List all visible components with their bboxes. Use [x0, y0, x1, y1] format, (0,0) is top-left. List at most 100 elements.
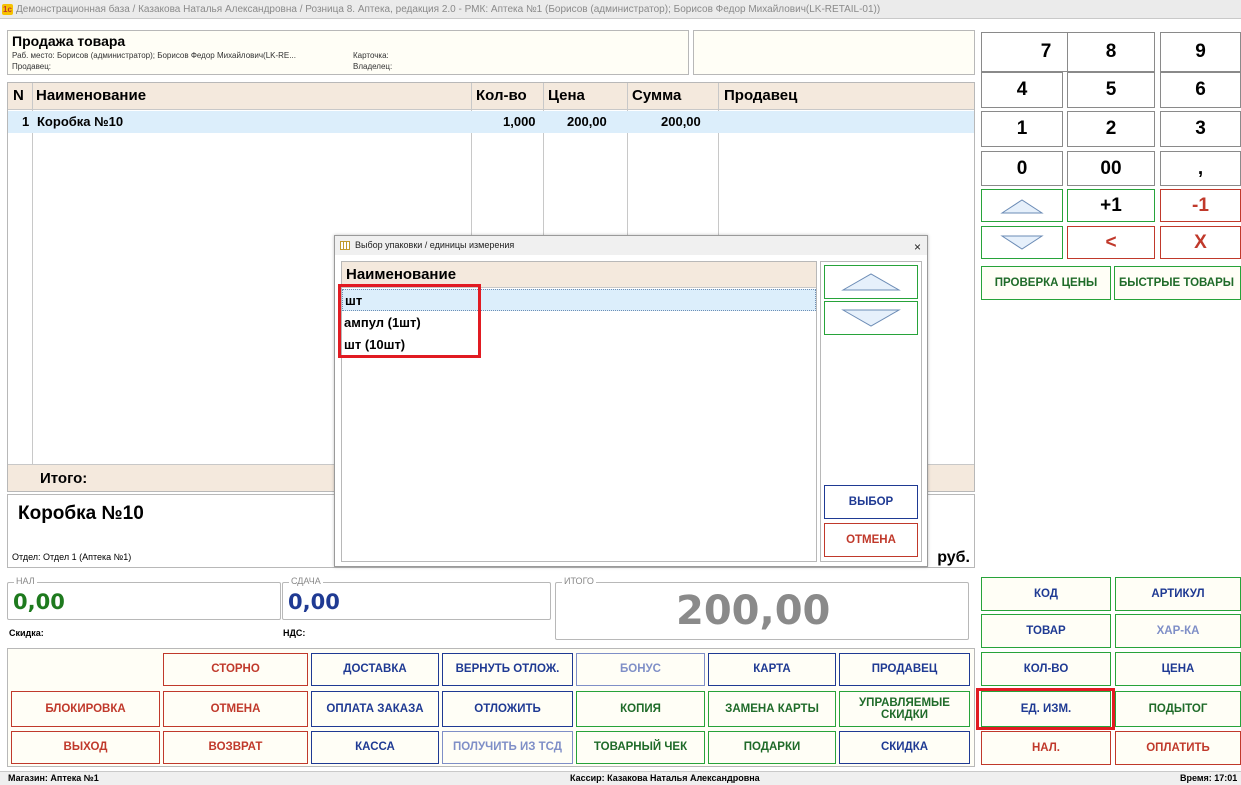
goods-button[interactable]: ТОВАР: [981, 614, 1111, 648]
gifts-button[interactable]: ПОДАРКИ: [708, 731, 836, 764]
total-legend: ИТОГО: [562, 576, 596, 586]
key-5[interactable]: 5: [1067, 72, 1155, 108]
delivery-button[interactable]: ДОСТАВКА: [311, 653, 439, 686]
key-2[interactable]: 2: [1067, 111, 1155, 147]
dialog-up-button[interactable]: [824, 265, 918, 299]
window-title: Демонстрационная база / Казакова Наталья…: [16, 4, 881, 15]
article-button[interactable]: АРТИКУЛ: [1115, 577, 1241, 611]
minus-one-button[interactable]: -1: [1160, 189, 1241, 222]
dialog-cancel-button[interactable]: ОТМЕНА: [824, 523, 918, 557]
defer-button[interactable]: ОТЛОЖИТЬ: [442, 691, 573, 727]
cash-field[interactable]: НАЛ 0,00: [7, 576, 281, 620]
cash-desk-button[interactable]: КАССА: [311, 731, 439, 764]
return-button[interactable]: ВОЗВРАТ: [163, 731, 308, 764]
row-down-button[interactable]: [981, 226, 1063, 259]
arrow-down-icon: [841, 309, 901, 327]
app-logo-icon: 1с: [2, 4, 13, 15]
key-00[interactable]: 00: [1067, 151, 1155, 186]
column-divider: [32, 83, 33, 465]
price-check-button[interactable]: ПРОВЕРКА ЦЕНЫ: [981, 266, 1111, 300]
workplace-label: Раб. место: Борисов (администратор); Бор…: [12, 51, 296, 60]
document-header: Продажа товара Раб. место: Борисов (адми…: [7, 30, 689, 75]
vat-label: НДС:: [283, 628, 306, 638]
key-9[interactable]: 9: [1160, 32, 1241, 72]
key-comma[interactable]: ,: [1160, 151, 1241, 186]
backspace-button[interactable]: <: [1067, 226, 1155, 259]
list-item[interactable]: шт: [342, 289, 816, 311]
arrow-down-icon: [1000, 235, 1044, 250]
key-1[interactable]: 1: [981, 111, 1063, 147]
list-item[interactable]: шт (10шт): [342, 334, 816, 356]
storno-button[interactable]: СТОРНО: [163, 653, 308, 686]
discount-label: Скидка:: [9, 628, 44, 638]
table-row[interactable]: 1 Коробка №10 1,000 200,00 200,00: [8, 111, 974, 133]
key-6[interactable]: 6: [1160, 72, 1241, 108]
quick-goods-button[interactable]: БЫСТРЫЕ ТОВАРЫ: [1114, 266, 1241, 300]
change-value: 0,00: [288, 590, 340, 614]
dialog-side-panel: ВЫБОР ОТМЕНА: [820, 261, 922, 562]
key-8[interactable]: 8: [1067, 32, 1155, 72]
price-button[interactable]: ЦЕНА: [1115, 652, 1241, 686]
card-label: Карточка:: [353, 51, 389, 60]
exit-button[interactable]: ВЫХОД: [11, 731, 160, 764]
key-4[interactable]: 4: [981, 72, 1063, 108]
status-bar: Магазин: Аптека №1 Кассир: Казакова Ната…: [0, 771, 1241, 785]
total-label: Итого:: [40, 470, 88, 487]
sales-receipt-button[interactable]: ТОВАРНЫЙ ЧЕК: [576, 731, 705, 764]
select-button[interactable]: ВЫБОР: [824, 485, 918, 519]
product-name: Коробка №10: [18, 503, 144, 524]
close-icon[interactable]: ×: [914, 238, 921, 257]
return-deferred-button[interactable]: ВЕРНУТЬ ОТЛОЖ.: [442, 653, 573, 686]
list-item[interactable]: ампул (1шт): [342, 312, 816, 334]
cash-value: 0,00: [13, 590, 65, 614]
column-n: N: [13, 87, 24, 104]
summary-panel: НАЛ 0,00 СДАЧА 0,00 ИТОГО 200,00 Скидка:…: [7, 572, 975, 644]
cash-legend: НАЛ: [14, 576, 37, 586]
row-sum: 200,00: [661, 114, 701, 129]
window-titlebar: 1с Демонстрационная база / Казакова Ната…: [0, 0, 1241, 19]
quantity-button[interactable]: КОЛ-ВО: [981, 652, 1111, 686]
row-price: 200,00: [567, 114, 607, 129]
cashier-status: Кассир: Казакова Наталья Александровна: [570, 773, 760, 783]
dialog-down-button[interactable]: [824, 301, 918, 335]
subtotal-button[interactable]: ПОДЫТОГ: [1115, 691, 1241, 727]
key-0[interactable]: 0: [981, 151, 1063, 186]
column-seller: Продавец: [724, 87, 798, 104]
order-payment-button[interactable]: ОПЛАТА ЗАКАЗА: [311, 691, 439, 727]
get-from-tsd-button[interactable]: ПОЛУЧИТЬ ИЗ ТСД: [442, 731, 573, 764]
dialog-titlebar: Выбор упаковки / единицы измерения ×: [335, 236, 927, 255]
block-button[interactable]: БЛОКИРОВКА: [11, 691, 160, 727]
copy-button[interactable]: КОПИЯ: [576, 691, 705, 727]
seller-button[interactable]: ПРОДАВЕЦ: [839, 653, 970, 686]
table-icon: [340, 241, 350, 250]
pay-button[interactable]: ОПЛАТИТЬ: [1115, 731, 1241, 765]
replace-card-button[interactable]: ЗАМЕНА КАРТЫ: [708, 691, 836, 727]
time-status: Время: 17:01: [1180, 773, 1238, 783]
bonus-button[interactable]: БОНУС: [576, 653, 705, 686]
change-field: СДАЧА 0,00: [282, 576, 551, 620]
cancel-button[interactable]: ОТМЕНА: [163, 691, 308, 727]
code-button[interactable]: КОД: [981, 577, 1111, 611]
managed-discounts-button[interactable]: УПРАВЛЯЕМЫЕ СКИДКИ: [839, 691, 970, 727]
row-name: Коробка №10: [37, 114, 124, 129]
plus-one-button[interactable]: +1: [1067, 189, 1155, 222]
page-title: Продажа товара: [12, 33, 126, 49]
row-up-button[interactable]: [981, 189, 1063, 222]
unit-button[interactable]: ЕД. ИЗМ.: [981, 691, 1111, 727]
cash-button[interactable]: НАЛ.: [981, 731, 1111, 765]
discount-button[interactable]: СКИДКА: [839, 731, 970, 764]
header-side-panel: [693, 30, 975, 75]
column-qty: Кол-во: [476, 87, 527, 104]
card-button[interactable]: КАРТА: [708, 653, 836, 686]
clear-button[interactable]: X: [1160, 226, 1241, 259]
key-3[interactable]: 3: [1160, 111, 1241, 147]
characteristic-button[interactable]: ХАР-КА: [1115, 614, 1241, 648]
currency-label: руб.: [937, 549, 970, 566]
unit-list-header: Наименование: [342, 262, 816, 288]
dialog-title: Выбор упаковки / единицы измерения: [355, 240, 515, 250]
seller-label: Продавец:: [12, 62, 52, 71]
column-name: Наименование: [36, 87, 147, 104]
unit-list[interactable]: Наименование шт ампул (1шт) шт (10шт): [341, 261, 817, 562]
column-sum: Сумма: [632, 87, 682, 104]
arrow-up-icon: [1000, 198, 1044, 213]
